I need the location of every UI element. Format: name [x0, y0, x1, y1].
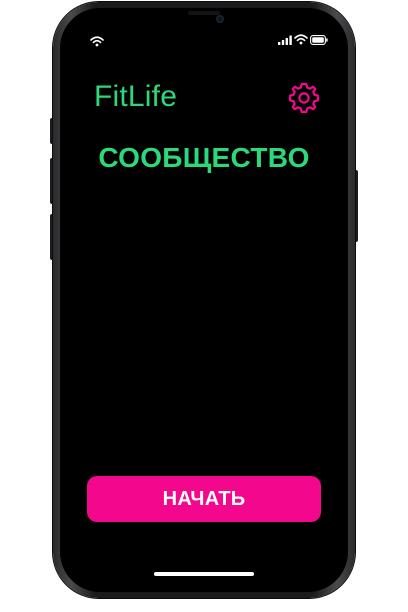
- start-button[interactable]: НАЧАТЬ: [87, 476, 321, 522]
- section-title: СООБЩЕСТВО: [98, 142, 310, 173]
- gear-icon: [288, 82, 320, 114]
- battery-icon: [310, 35, 328, 45]
- earpiece-speaker: [188, 11, 220, 15]
- front-camera: [216, 15, 224, 23]
- notch: [144, 8, 264, 32]
- settings-button[interactable]: [286, 80, 322, 116]
- wifi-icon: [294, 34, 308, 45]
- home-indicator[interactable]: [154, 572, 254, 576]
- signal-icon: [278, 35, 292, 45]
- app-title: FitLife: [94, 80, 178, 113]
- device-mockup: FitLife СООБЩЕСТВО НАЧАТЬ: [0, 0, 408, 612]
- status-bar-right: [278, 34, 328, 46]
- app-screen: FitLife СООБЩЕСТВО НАЧАТЬ: [60, 8, 348, 592]
- wifi-icon: [90, 34, 104, 47]
